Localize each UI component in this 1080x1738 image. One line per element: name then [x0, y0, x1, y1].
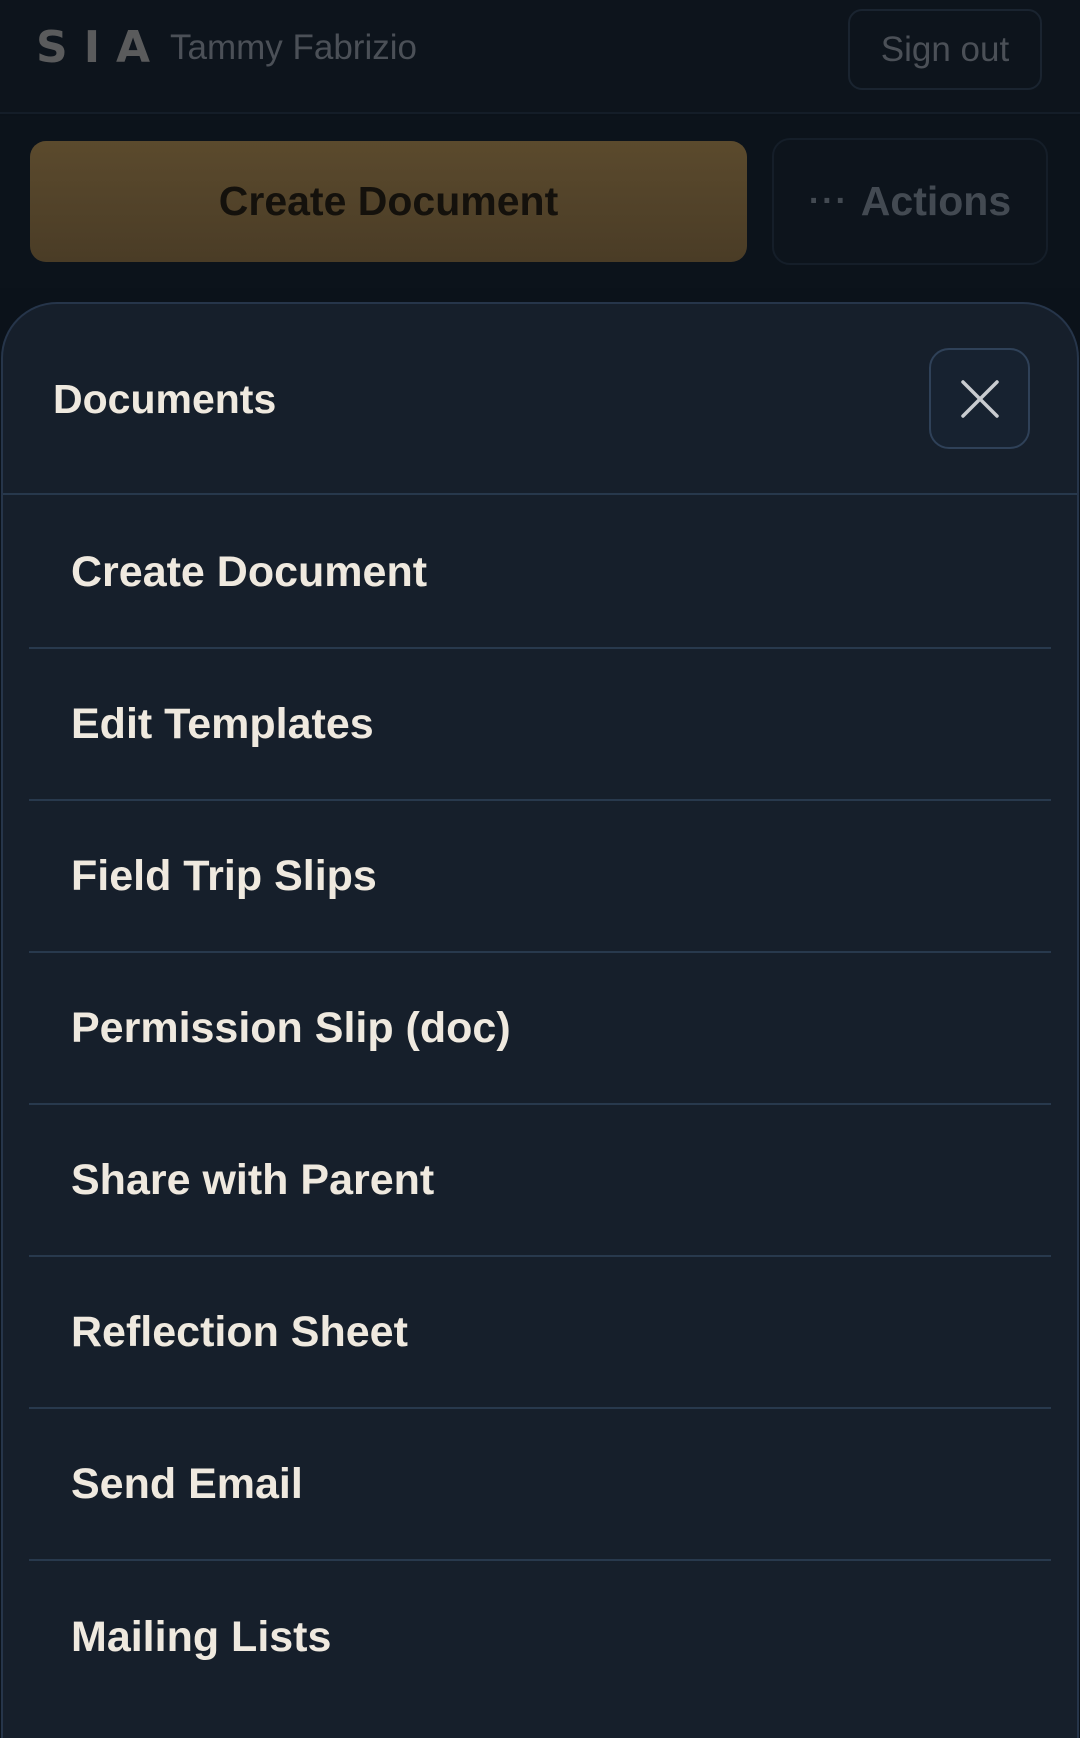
menu-item-reflection-sheet[interactable]: Reflection Sheet	[29, 1257, 1051, 1409]
user-name: Tammy Fabrizio	[170, 28, 417, 67]
create-document-button[interactable]: Create Document	[30, 141, 747, 262]
sign-out-button[interactable]: Sign out	[848, 9, 1042, 90]
actions-label: Actions	[860, 178, 1012, 224]
close-icon	[960, 379, 999, 418]
page: SIA Tammy Fabrizio Sign out Create Docum…	[0, 0, 1080, 1738]
menu-item-share-with-parent[interactable]: Share with Parent	[29, 1105, 1051, 1257]
close-button[interactable]	[929, 348, 1030, 449]
menu-item-edit-templates[interactable]: Edit Templates	[29, 649, 1051, 801]
app-logo: SIA	[36, 22, 167, 73]
action-toolbar: Create Document ··· Actions	[0, 116, 1080, 288]
menu-item-create-document[interactable]: Create Document	[29, 497, 1051, 649]
menu-item-field-trip-slips[interactable]: Field Trip Slips	[29, 801, 1051, 953]
menu-item-mailing-lists[interactable]: Mailing Lists	[29, 1561, 1051, 1713]
top-header: SIA Tammy Fabrizio Sign out	[0, 0, 1080, 114]
documents-menu: Create Document Edit Templates Field Tri…	[3, 497, 1077, 1713]
actions-button[interactable]: ··· Actions	[772, 138, 1048, 265]
sheet-header: Documents	[3, 304, 1077, 495]
sheet-title: Documents	[53, 376, 277, 422]
menu-item-send-email[interactable]: Send Email	[29, 1409, 1051, 1561]
more-dots-icon: ···	[808, 182, 849, 220]
menu-item-permission-slip[interactable]: Permission Slip (doc)	[29, 953, 1051, 1105]
documents-sheet: Documents Create Document Edit Templates…	[1, 302, 1079, 1738]
